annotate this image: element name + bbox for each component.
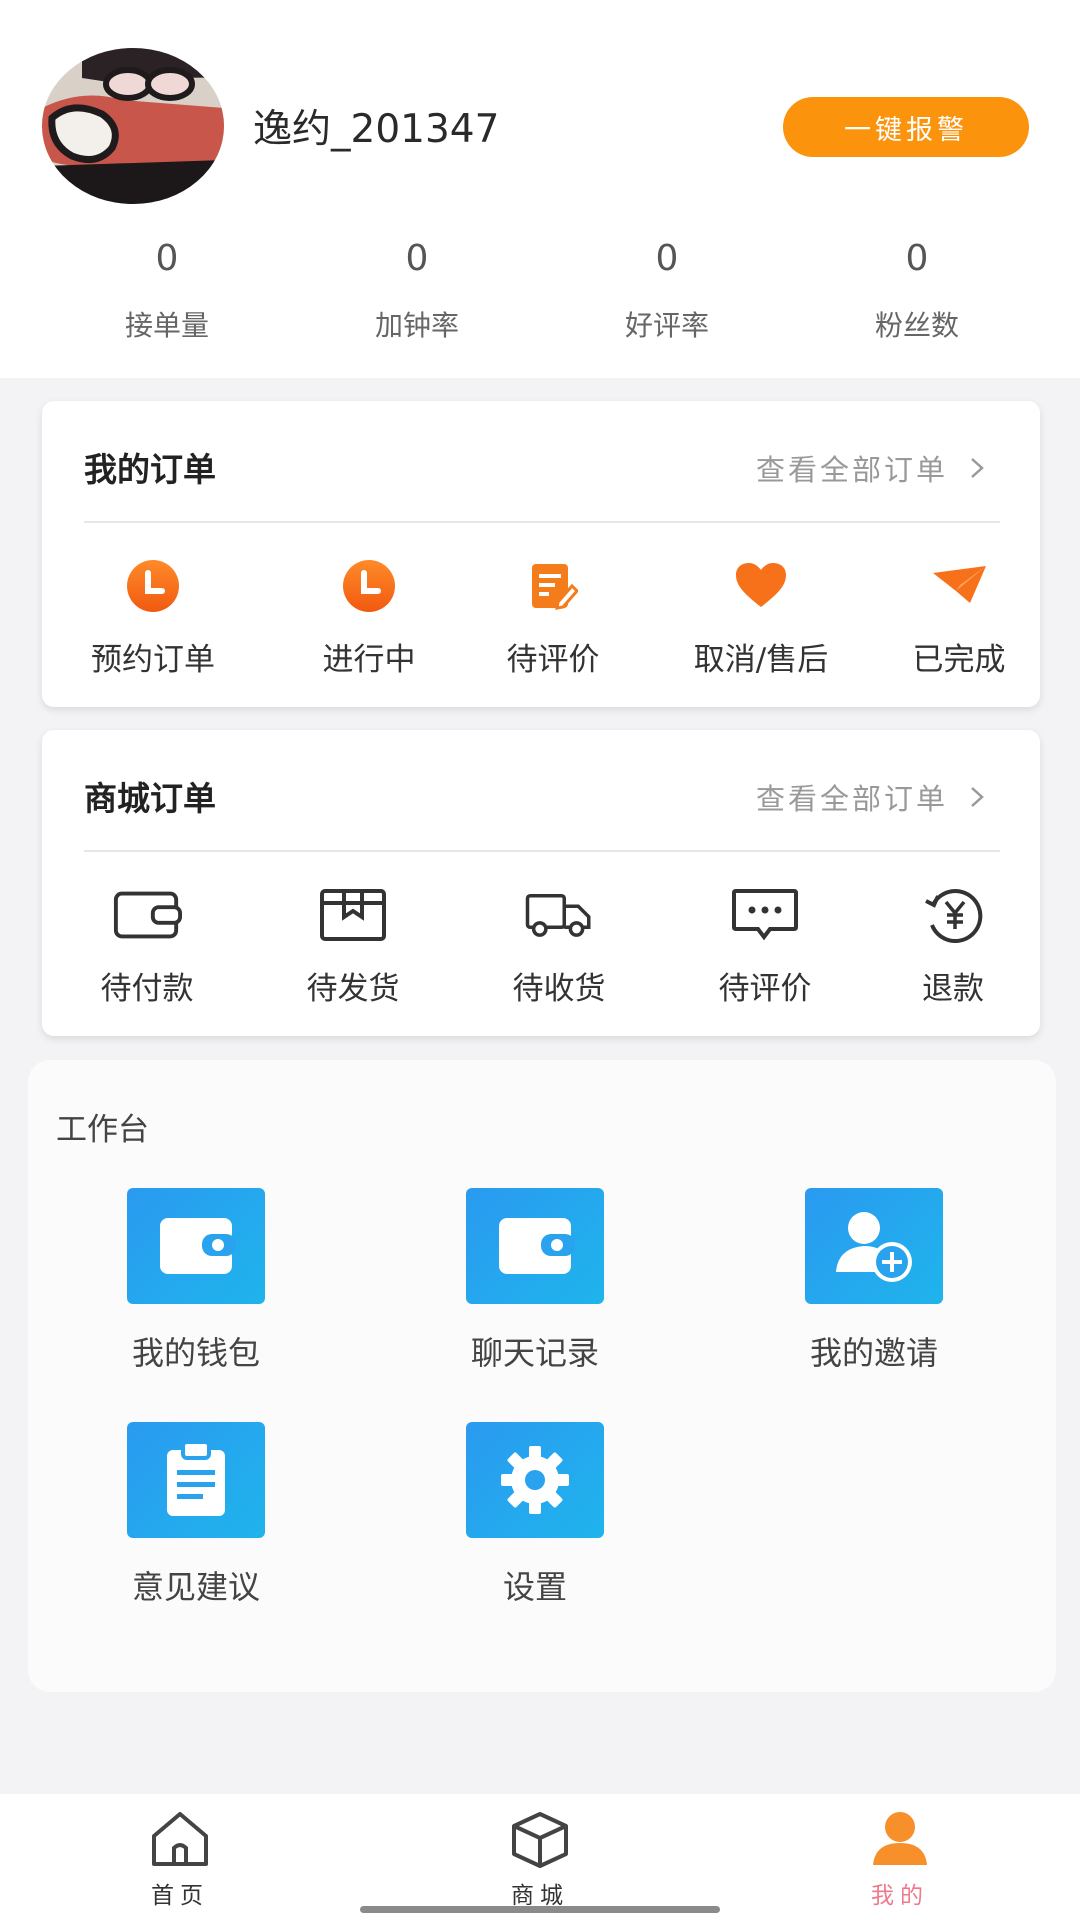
username: 逸约_201347 — [253, 107, 500, 152]
tool-chat-history[interactable]: 聊天记录 — [415, 1188, 655, 1374]
stat-label: 粉丝数 — [874, 309, 959, 342]
stat-followers[interactable]: 0 粉丝数 — [792, 238, 1042, 344]
item-label: 预约订单 — [91, 642, 215, 678]
shop-status-pending-payment[interactable]: 待付款 — [72, 885, 222, 1008]
wallet-icon — [466, 1188, 604, 1304]
tool-feedback[interactable]: 意见建议 — [76, 1422, 316, 1608]
item-label: 已完成 — [912, 642, 1006, 678]
box-icon — [505, 1808, 575, 1870]
clipboard-icon — [127, 1422, 265, 1538]
item-label: 退款 — [922, 971, 984, 1007]
tool-my-invitation[interactable]: 我的邀请 — [754, 1188, 994, 1374]
package-icon — [318, 885, 388, 945]
view-all-label: 查看全部订单 — [755, 453, 948, 487]
chevron-right-icon — [971, 787, 984, 807]
shop-status-refund[interactable]: 退款 — [898, 885, 1008, 1008]
stat-value: 0 — [655, 238, 679, 279]
tab-label: 商城 — [511, 1883, 569, 1909]
item-label: 进行中 — [322, 642, 416, 678]
item-label: 待发货 — [306, 971, 400, 1007]
avatar[interactable] — [42, 48, 224, 204]
order-status-in-progress[interactable]: 进行中 — [294, 556, 444, 679]
clock-icon — [118, 556, 188, 616]
wallet-icon — [127, 1188, 265, 1304]
stats-row: 0 接单量 0 加钟率 0 好评率 0 粉丝数 — [0, 238, 1080, 344]
tool-label: 聊天记录 — [470, 1334, 599, 1372]
order-status-cancel-aftersale[interactable]: 取消/售后 — [666, 556, 856, 679]
item-label: 待评价 — [718, 971, 812, 1007]
stat-value: 0 — [905, 238, 929, 279]
chevron-right-icon — [971, 458, 984, 478]
emergency-alarm-button[interactable]: 一键报警 — [783, 97, 1029, 157]
stat-label: 接单量 — [124, 309, 209, 342]
chat-bubble-icon — [730, 885, 800, 945]
truck-icon — [524, 885, 594, 945]
stat-value: 0 — [155, 238, 179, 279]
order-status-reserved[interactable]: 预约订单 — [78, 556, 228, 679]
add-user-icon — [805, 1188, 943, 1304]
view-all-orders-link[interactable]: 查看全部订单 — [756, 447, 992, 489]
tab-mine[interactable]: 我的 — [800, 1794, 1000, 1910]
stat-orders-received[interactable]: 0 接单量 — [42, 238, 292, 344]
tab-label: 我的 — [871, 1883, 929, 1909]
stat-positive-rate[interactable]: 0 好评率 — [542, 238, 792, 344]
card-title: 我的订单 — [84, 450, 216, 489]
item-label: 待收货 — [512, 971, 606, 1007]
tool-settings[interactable]: 设置 — [415, 1422, 655, 1608]
gear-icon — [466, 1422, 604, 1538]
clock-icon — [334, 556, 404, 616]
heart-icon — [726, 556, 796, 616]
tool-label: 设置 — [502, 1568, 567, 1606]
stat-value: 0 — [405, 238, 429, 279]
user-icon — [865, 1808, 935, 1870]
divider — [84, 521, 1000, 523]
shop-status-pending-receipt[interactable]: 待收货 — [484, 885, 634, 1008]
workbench-panel: 工作台 我的钱包 聊天记录 我的邀请 意见建议 设置 — [28, 1060, 1056, 1692]
tool-label: 我的钱包 — [131, 1334, 260, 1372]
wallet-icon — [112, 885, 182, 945]
tool-label: 意见建议 — [131, 1568, 260, 1606]
edit-note-icon — [518, 556, 588, 616]
item-label: 取消/售后 — [693, 642, 829, 678]
home-icon — [145, 1808, 215, 1870]
profile-header: 逸约_201347 一键报警 0 接单量 0 加钟率 0 好评率 0 粉丝数 — [0, 0, 1080, 378]
item-label: 待付款 — [100, 971, 194, 1007]
item-label: 待评价 — [506, 642, 600, 678]
view-all-shop-orders-link[interactable]: 查看全部订单 — [756, 776, 992, 818]
paper-plane-icon — [924, 556, 994, 616]
card-title: 商城订单 — [84, 779, 216, 818]
home-indicator[interactable] — [360, 1906, 720, 1913]
stat-extension-rate[interactable]: 0 加钟率 — [292, 238, 542, 344]
shop-orders-card: 商城订单 查看全部订单 待付款 待发货 待收货 待评价 退款 — [42, 730, 1040, 1036]
shop-status-pending-shipment[interactable]: 待发货 — [278, 885, 428, 1008]
tab-mall[interactable]: 商城 — [440, 1794, 640, 1910]
tab-home[interactable]: 首页 — [80, 1794, 280, 1910]
stat-label: 好评率 — [624, 309, 709, 342]
tab-label: 首页 — [151, 1883, 209, 1909]
my-orders-card: 我的订单 查看全部订单 预约订单 进行中 待评价 取消/售后 已完成 — [42, 401, 1040, 707]
order-status-to-review[interactable]: 待评价 — [478, 556, 628, 679]
workbench-title: 工作台 — [56, 1112, 149, 1148]
shop-status-to-review[interactable]: 待评价 — [690, 885, 840, 1008]
order-status-completed[interactable]: 已完成 — [894, 556, 1024, 679]
bottom-tab-bar: 首页 商城 我的 — [0, 1794, 1080, 1920]
divider — [84, 850, 1000, 852]
tool-label: 我的邀请 — [809, 1334, 938, 1372]
view-all-label: 查看全部订单 — [755, 782, 948, 816]
refund-yen-icon — [918, 885, 988, 945]
stat-label: 加钟率 — [374, 309, 459, 342]
tool-my-wallet[interactable]: 我的钱包 — [76, 1188, 316, 1374]
